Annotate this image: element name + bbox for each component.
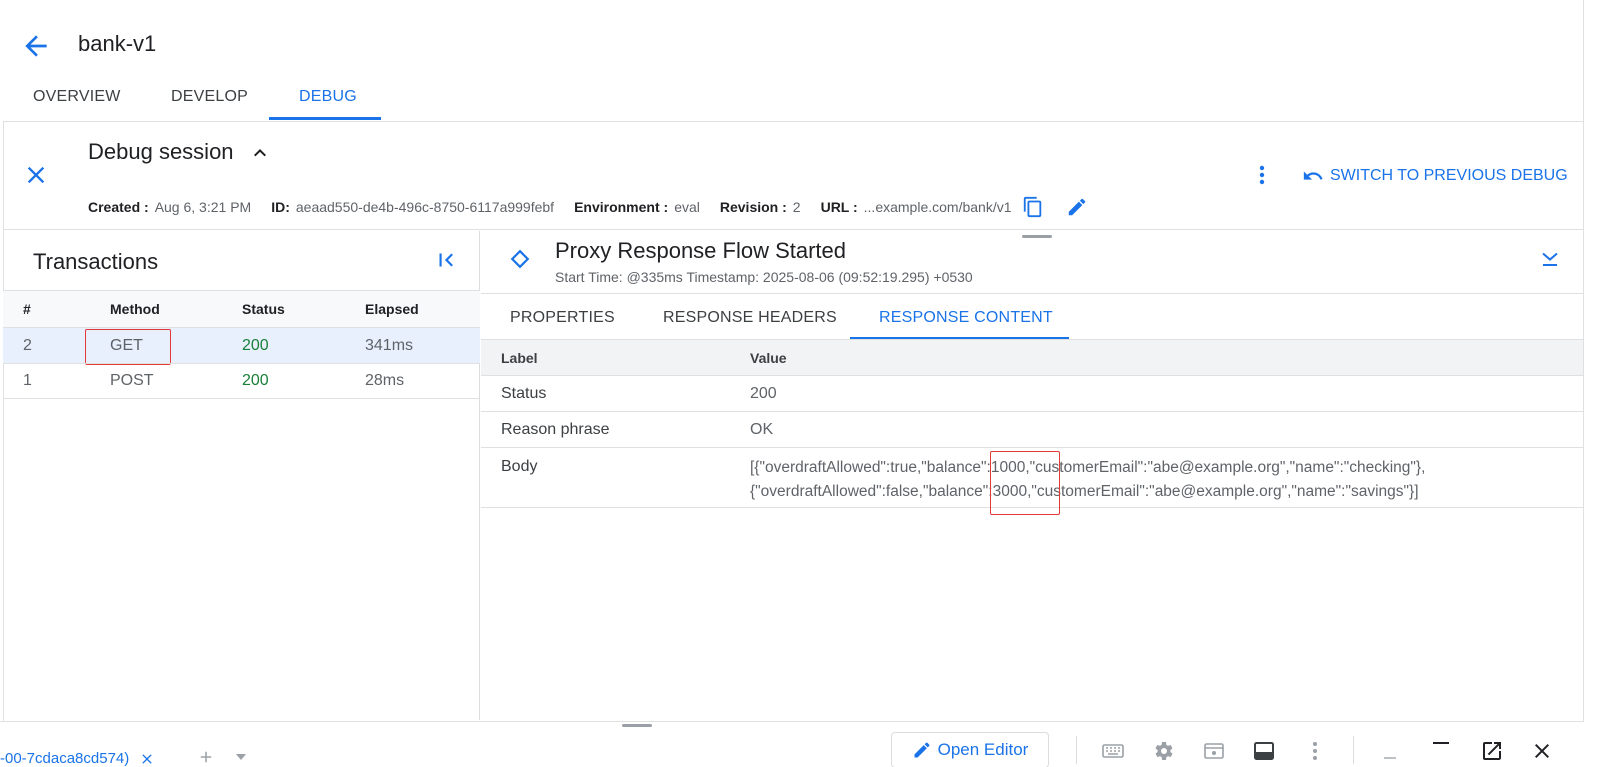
copy-icon[interactable] [1022, 196, 1044, 218]
collapse-left-icon[interactable] [433, 247, 459, 273]
flow-subtitle: Start Time: @335ms Timestamp: 2025-08-06… [555, 269, 973, 285]
id-value: aeaad550-de4b-496c-8750-6117a999febf [295, 199, 555, 215]
environment-value: eval [674, 199, 700, 215]
transactions-table: # Method Status Elapsed 2 GET 200 341ms … [3, 290, 480, 399]
terminal-tab[interactable]: -00-7cdaca8cd574) [0, 750, 155, 767]
minimize-icon[interactable] [1429, 733, 1453, 757]
tx-method: POST [110, 372, 154, 389]
active-tab-indicator [269, 117, 381, 120]
divider [0, 721, 1584, 722]
session-metadata: Created : Aug 6, 3:21 PM ID: aeaad550-de… [88, 196, 1100, 218]
scrollbar-track[interactable] [1583, 0, 1584, 722]
page-title: bank-v1 [78, 31, 157, 56]
table-row: Status 200 [481, 376, 1583, 412]
divider [1353, 736, 1354, 764]
terminal-tab-label: -00-7cdaca8cd574) [0, 750, 130, 767]
transactions-panel: Transactions # Method Status Elapsed 2 G… [3, 231, 480, 720]
highlight-box [85, 329, 171, 365]
created-value: Aug 6, 3:21 PM [154, 199, 252, 215]
environment-label: Environment : [574, 199, 669, 215]
divider [1076, 736, 1077, 764]
tab-debug[interactable]: DEBUG [299, 88, 357, 106]
row-value: OK [750, 420, 774, 438]
divider [3, 229, 1584, 230]
tx-elapsed: 28ms [365, 372, 405, 389]
row-label: Body [501, 458, 538, 475]
revision-label: Revision : [719, 199, 787, 215]
flow-title: Proxy Response Flow Started [555, 238, 847, 263]
body-line: [{"overdraftAllowed":true,"balance":1000… [750, 459, 1426, 476]
column-header: Label [501, 349, 538, 366]
close-session-icon[interactable] [22, 161, 50, 189]
gear-icon[interactable] [1151, 739, 1175, 763]
web-preview-icon[interactable] [1202, 739, 1226, 763]
back-arrow-icon[interactable] [20, 30, 52, 62]
tx-number: 2 [23, 336, 32, 354]
tx-status: 200 [242, 336, 269, 354]
diamond-icon [509, 248, 531, 270]
open-in-new-icon[interactable] [1480, 739, 1504, 763]
row-value: 200 [750, 384, 777, 402]
dropdown-arrow-icon[interactable] [235, 752, 247, 762]
column-header: Status [242, 301, 285, 317]
divider [3, 121, 1584, 122]
table-row[interactable]: 2 GET 200 341ms [3, 327, 480, 365]
edit-icon[interactable] [1066, 196, 1088, 218]
minimize-disabled-icon[interactable] [1378, 739, 1402, 763]
tx-elapsed: 341ms [365, 336, 414, 354]
expand-down-icon[interactable] [1538, 247, 1562, 271]
url-label: URL : [820, 199, 858, 215]
tab-response-content[interactable]: RESPONSE CONTENT [879, 309, 1053, 327]
column-header: Value [750, 349, 787, 366]
more-vert-icon[interactable] [1250, 162, 1274, 188]
close-tab-icon[interactable] [139, 751, 155, 767]
tx-status: 200 [242, 372, 269, 389]
resize-handle[interactable] [622, 724, 652, 727]
undo-icon [1303, 171, 1323, 180]
table-header-row: Label Value [481, 340, 1583, 376]
transactions-title: Transactions [33, 249, 159, 274]
created-label: Created : [88, 199, 149, 215]
keyboard-icon[interactable] [1101, 739, 1125, 763]
revision-value: 2 [792, 199, 801, 215]
row-label: Reason phrase [501, 420, 610, 438]
tab-overview[interactable]: OVERVIEW [33, 88, 121, 106]
id-label: ID: [271, 199, 290, 215]
tab-properties[interactable]: PROPERTIES [510, 309, 615, 327]
switch-label: SWITCH TO PREVIOUS DEBUG [1330, 167, 1568, 184]
body-line: {"overdraftAllowed":false,"balance":3000… [750, 483, 1419, 500]
switch-to-previous-debug-button[interactable]: SWITCH TO PREVIOUS DEBUG [1302, 165, 1568, 187]
table-header-row: # Method Status Elapsed [3, 290, 480, 327]
column-header: Method [110, 301, 160, 317]
session-title: Debug session [88, 139, 234, 164]
response-content-table: Label Value Status 200 Reason phrase OK … [481, 340, 1583, 515]
table-row: Body [{"overdraftAllowed":true,"balance"… [481, 448, 1583, 515]
url-value: ...example.com/bank/v1 [863, 199, 1012, 215]
column-header: Elapsed [365, 301, 419, 317]
highlight-box [990, 451, 1060, 515]
body-value: [{"overdraftAllowed":true,"balance":1000… [750, 456, 1425, 504]
table-row[interactable]: 1 POST 200 28ms [3, 363, 480, 399]
panel-layout-icon[interactable] [1252, 739, 1276, 763]
open-editor-button[interactable]: Open Editor [891, 732, 1049, 767]
tab-response-headers[interactable]: RESPONSE HEADERS [663, 309, 837, 327]
more-vert-icon[interactable] [1303, 739, 1327, 763]
chevron-up-icon[interactable] [248, 141, 272, 165]
open-editor-label: Open Editor [937, 740, 1029, 759]
flow-detail-panel: Proxy Response Flow Started Start Time: … [481, 231, 1583, 720]
pencil-icon [914, 742, 930, 758]
column-header: # [23, 301, 31, 317]
tab-develop[interactable]: DEVELOP [171, 88, 248, 106]
divider [481, 293, 1583, 294]
close-icon[interactable] [1530, 739, 1554, 763]
row-label: Status [501, 384, 547, 402]
tx-number: 1 [23, 372, 32, 389]
add-tab-icon[interactable] [197, 748, 215, 766]
table-row: Reason phrase OK [481, 412, 1583, 448]
